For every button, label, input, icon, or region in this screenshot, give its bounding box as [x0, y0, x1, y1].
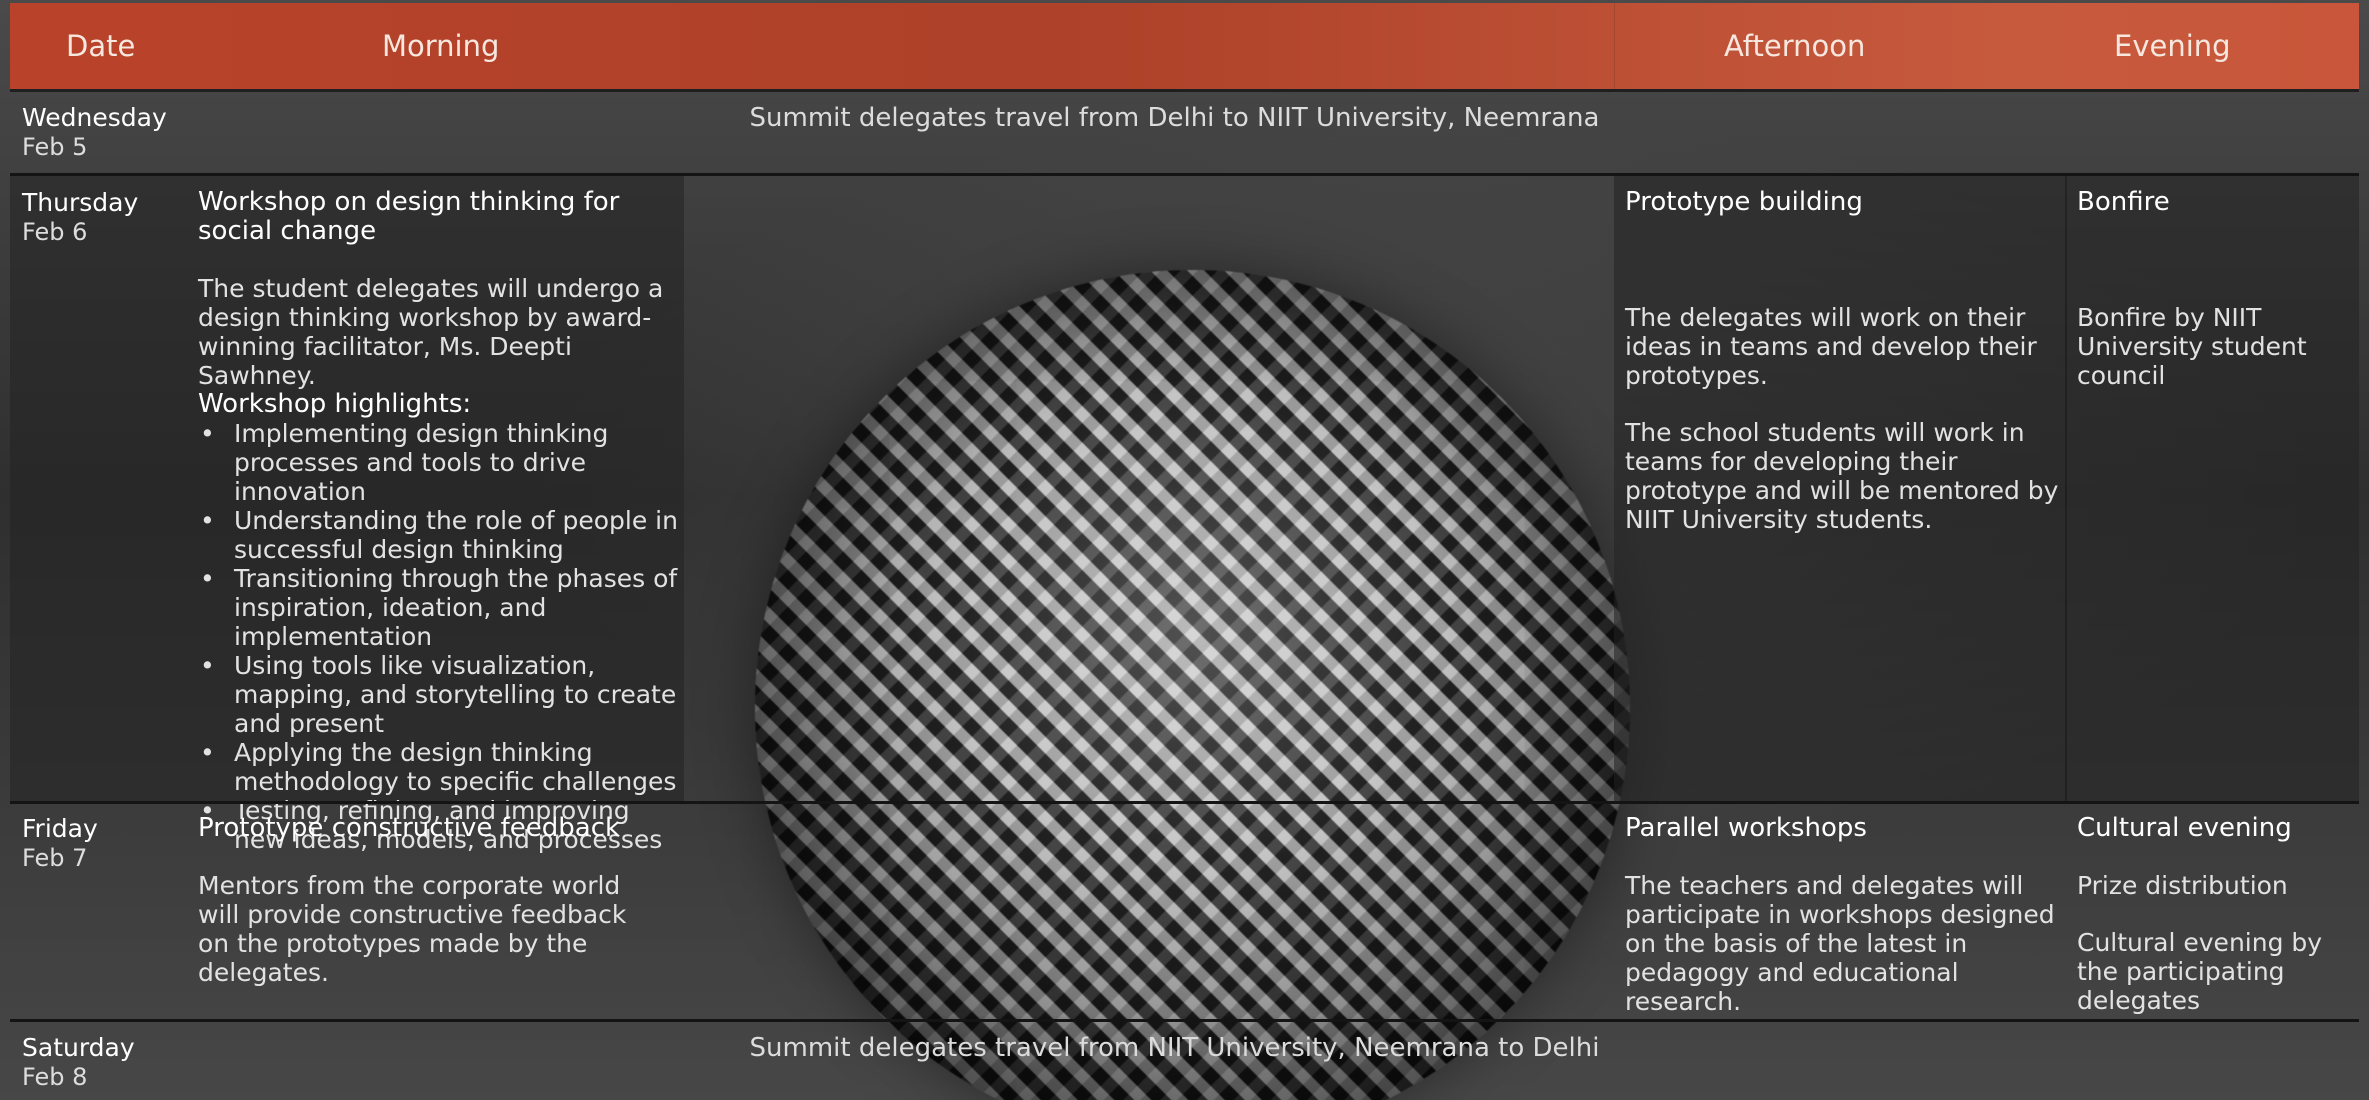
row-date: Feb 6: [22, 218, 88, 246]
header-date: Date: [66, 29, 136, 63]
afternoon-session: Prototype building The delegates will wo…: [1625, 187, 2065, 535]
morning-session: Workshop on design thinking for social c…: [198, 187, 678, 855]
session-title: Cultural evening: [2077, 813, 2292, 843]
afternoon-session: Parallel workshops The teachers and dele…: [1625, 813, 2065, 1017]
header-divider: [1614, 3, 1615, 89]
evening-session: Cultural evening Prize distribution Cult…: [2077, 813, 2352, 1016]
highlights-list: Implementing design thinking processes a…: [198, 419, 678, 854]
evening-session: Bonfire Bonfire by NIIT University stude…: [2077, 187, 2327, 391]
row-day: Thursday: [22, 188, 139, 217]
travel-note: Summit delegates travel from Delhi to NI…: [749, 103, 1600, 133]
session-title: Prototype constructive feedback: [198, 813, 621, 843]
header-morning: Morning: [382, 29, 500, 63]
header-evening: Evening: [2114, 29, 2231, 63]
session-title: Prototype building: [1625, 187, 1863, 217]
session-description: The teachers and delegates will particip…: [1625, 871, 2055, 1016]
session-description: Bonfire by NIIT University student counc…: [2077, 303, 2307, 390]
session-title: Workshop on design thinking for social c…: [198, 187, 620, 246]
session-description: Prize distribution: [2077, 871, 2288, 900]
row-friday: Friday Feb 7 Prototype constructive feed…: [10, 804, 2359, 1019]
row-wednesday: Wednesday Feb 5 Summit delegates travel …: [10, 92, 2359, 174]
list-item: Implementing design thinking processes a…: [198, 419, 678, 506]
morning-session: Prototype constructive feedback Mentors …: [198, 813, 658, 988]
session-title: Bonfire: [2077, 187, 2170, 217]
session-description: The delegates will work on their ideas i…: [1625, 303, 2037, 390]
schedule-table: Date Morning Afternoon Evening Wednesday…: [10, 3, 2359, 1100]
list-item: Transitioning through the phases of insp…: [198, 564, 678, 651]
session-description: Cultural evening by the participating de…: [2077, 928, 2323, 1015]
row-date: Feb 8: [22, 1063, 88, 1091]
row-day: Friday: [22, 814, 98, 843]
list-item: Understanding the role of people in succ…: [198, 506, 678, 564]
travel-note: Summit delegates travel from NIIT Univer…: [749, 1033, 1600, 1063]
schedule-slide: Date Morning Afternoon Evening Wednesday…: [0, 0, 2369, 1100]
list-item: Using tools like visualization, mapping,…: [198, 651, 678, 738]
highlights-label: Workshop highlights:: [198, 389, 472, 419]
row-date: Feb 7: [22, 844, 88, 872]
session-description: The school students will work in teams f…: [1625, 418, 2059, 534]
header-afternoon: Afternoon: [1724, 29, 1866, 63]
row-thursday: Thursday Feb 6 Workshop on design thinki…: [10, 176, 2359, 854]
row-saturday: Saturday Feb 8 Summit delegates travel f…: [10, 1022, 2359, 1100]
row-date: Feb 5: [22, 133, 88, 161]
session-title: Parallel workshops: [1625, 813, 1867, 843]
session-description: Mentors from the corporate world will pr…: [198, 871, 627, 987]
table-header: Date Morning Afternoon Evening: [10, 3, 2359, 92]
column-divider: [2065, 176, 2067, 801]
list-item: Applying the design thinking methodology…: [198, 738, 678, 796]
session-description: The student delegates will undergo a des…: [198, 274, 664, 390]
